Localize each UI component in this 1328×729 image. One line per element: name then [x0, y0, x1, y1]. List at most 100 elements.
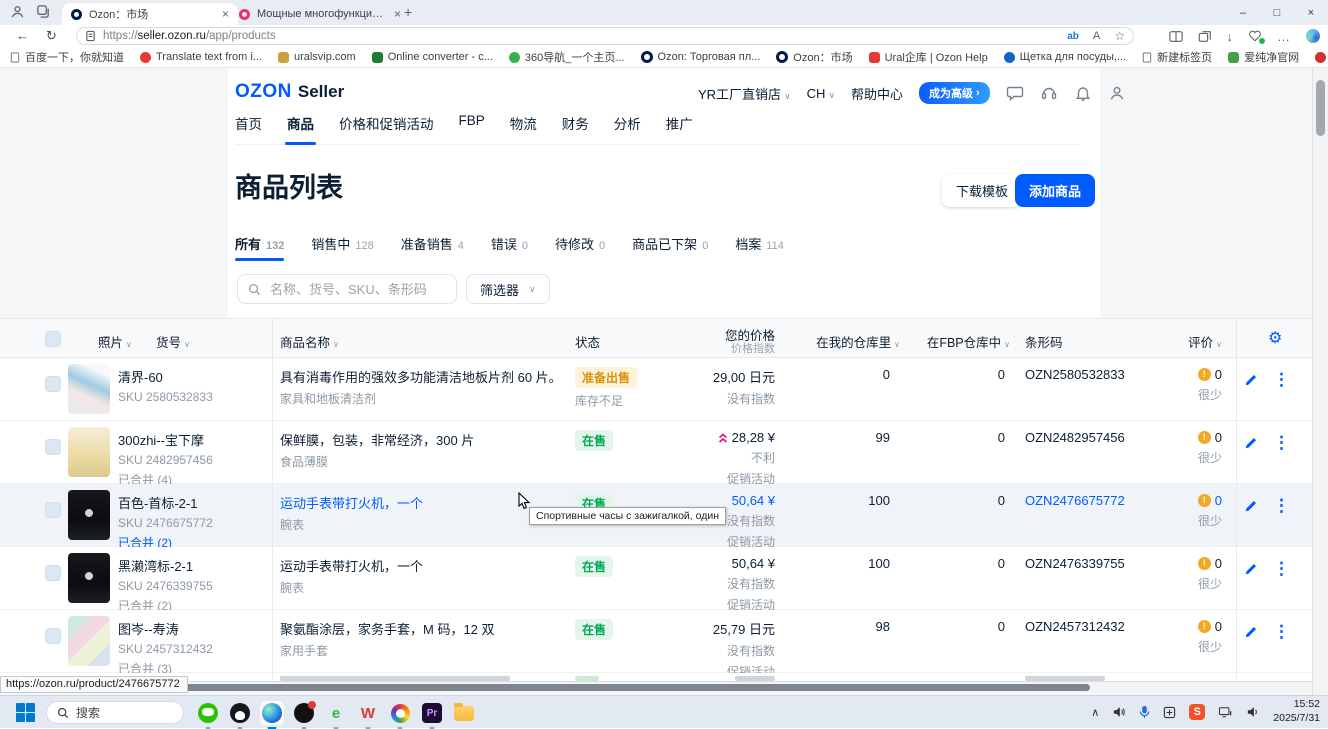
browser-tab-active[interactable]: Ozon：市场 × — [62, 3, 238, 25]
product-thumbnail[interactable] — [68, 616, 110, 666]
row-menu-dots-icon[interactable]: ⋮ — [1273, 559, 1290, 579]
store-selector[interactable]: YR工厂直销店∨ — [698, 84, 791, 103]
split-screen-icon[interactable] — [1169, 30, 1183, 43]
bookmark[interactable]: Ozon: Торговая пл... — [641, 51, 761, 63]
article-name[interactable]: 清界-60 — [118, 367, 268, 386]
product-thumbnail[interactable] — [68, 427, 110, 477]
taskbar-search[interactable]: 搜索 — [46, 701, 184, 724]
collections-icon[interactable] — [1198, 30, 1212, 43]
row-checkbox[interactable] — [45, 439, 61, 455]
tray-volume-icon[interactable] — [1246, 706, 1260, 718]
table-settings-gear-icon[interactable]: ⚙ — [1268, 328, 1282, 348]
nav-item-pricing[interactable]: 价格和促销活动 — [339, 113, 434, 133]
tab-close-icon[interactable]: × — [222, 7, 229, 21]
download-template-button[interactable]: 下载模板 — [942, 174, 1022, 207]
horizontal-scrollbar[interactable] — [0, 681, 1312, 692]
row-menu-dots-icon[interactable]: ⋮ — [1273, 370, 1290, 390]
new-tab-button[interactable]: + — [404, 4, 412, 20]
nav-item-fbp[interactable]: FBP — [459, 113, 485, 133]
edit-pencil-icon[interactable] — [1245, 499, 1258, 512]
filter-tab-all[interactable]: 所有132 — [235, 234, 284, 253]
minimize-button[interactable]: – — [1226, 7, 1260, 19]
taskbar-edge-icon[interactable] — [260, 701, 284, 725]
read-aloud-icon[interactable]: A — [1093, 30, 1100, 42]
row-menu-dots-icon[interactable]: ⋮ — [1273, 622, 1290, 642]
product-name[interactable]: 运动手表带打火机，一个 — [280, 556, 565, 575]
barcode-link[interactable]: OZN2476675772 — [1025, 493, 1125, 508]
bookmark[interactable]: Щетка для посуды,... — [1004, 51, 1126, 63]
filter-tab-unlisted[interactable]: 商品已下架0 — [632, 234, 708, 253]
article-name[interactable]: 黑濑湾标-2-1 — [118, 556, 268, 575]
tray-speaker-icon[interactable] — [1112, 706, 1126, 718]
browser-tab-inactive[interactable]: Мощные многофункциональнь × — [230, 3, 410, 25]
nav-item-home[interactable]: 首页 — [235, 113, 262, 133]
row-checkbox[interactable] — [45, 565, 61, 581]
column-header-photo[interactable]: 照片∨ — [98, 332, 132, 351]
search-input[interactable] — [268, 281, 446, 298]
tab-close-icon[interactable]: × — [394, 7, 401, 21]
bookmark[interactable]: 爱纯净官网 — [1228, 49, 1299, 65]
taskbar-premiere-icon[interactable]: Pr — [420, 701, 444, 725]
row-checkbox[interactable] — [45, 502, 61, 518]
language-selector[interactable]: CH∨ — [807, 86, 835, 101]
product-name[interactable]: 保鲜膜，包装，非常经济，300 片 — [280, 430, 565, 449]
rating-value[interactable]: 0 — [1215, 493, 1222, 508]
maximize-button[interactable]: □ — [1260, 7, 1294, 19]
browser-profile-icon[interactable] — [10, 4, 25, 19]
horizontal-scrollbar-thumb[interactable] — [45, 684, 1090, 691]
column-header-name[interactable]: 商品名称∨ — [280, 332, 339, 351]
settings-menu-icon[interactable]: … — [1277, 29, 1291, 44]
chat-icon[interactable] — [1006, 84, 1024, 102]
browser-essentials-icon[interactable] — [1248, 30, 1262, 42]
table-row[interactable]: 黑濑湾标-2-1 SKU 2476339755 已合并 (2) 运动手表带打火机… — [0, 547, 1312, 610]
ozon-seller-logo[interactable]: OZONSeller — [235, 81, 344, 103]
article-name[interactable]: 图岑--寿涛 — [118, 619, 268, 638]
help-center-link[interactable]: 帮助中心 — [851, 84, 903, 103]
edit-pencil-icon[interactable] — [1245, 373, 1258, 386]
back-icon[interactable]: ← — [16, 28, 29, 43]
bookmark[interactable]: Ozon：市场 — [776, 49, 852, 65]
column-header-stock[interactable]: 在我的仓库里∨ — [790, 332, 900, 351]
tray-sogou-icon[interactable]: S — [1189, 704, 1205, 720]
column-header-article[interactable]: 货号∨ — [156, 332, 190, 351]
reload-icon[interactable]: ↻ — [46, 28, 57, 44]
nav-item-analytics[interactable]: 分析 — [614, 113, 641, 133]
filter-tab-ready[interactable]: 准备销售4 — [401, 234, 464, 253]
product-name[interactable]: 聚氨酯涂层，家务手套，M 码，12 双 — [280, 619, 565, 638]
taskbar-wechat-icon[interactable] — [196, 701, 220, 725]
support-headset-icon[interactable] — [1040, 84, 1058, 102]
vertical-scrollbar[interactable] — [1312, 68, 1328, 695]
close-button[interactable]: × — [1294, 7, 1328, 19]
product-search[interactable] — [237, 274, 457, 304]
taskbar-app-badge-icon[interactable] — [292, 701, 316, 725]
tray-expand-icon[interactable]: ∧ — [1091, 706, 1099, 719]
taskbar-word-icon[interactable]: W — [356, 701, 380, 725]
tray-mic-icon[interactable] — [1139, 705, 1150, 719]
bookmark[interactable]: uralsvip.com — [278, 51, 356, 63]
filter-tab-to-fix[interactable]: 待修改0 — [555, 234, 605, 253]
article-name[interactable]: 300zhi--宝下摩 — [118, 430, 268, 449]
filter-tab-errors[interactable]: 错误0 — [491, 234, 528, 253]
vertical-scrollbar-thumb[interactable] — [1316, 80, 1325, 136]
product-thumbnail[interactable] — [68, 364, 110, 414]
address-bar[interactable]: https://seller.ozon.ru/app/products ab A… — [76, 27, 1134, 45]
price-value[interactable]: 50,64 ¥ — [732, 493, 775, 508]
tray-ime-icon[interactable] — [1163, 706, 1176, 719]
account-icon[interactable] — [1108, 84, 1126, 102]
filter-tab-archive[interactable]: 档案114 — [735, 234, 784, 253]
start-button[interactable] — [16, 703, 35, 722]
tray-network-display-icon[interactable] — [1218, 706, 1233, 718]
bookmark[interactable]: Online converter - c... — [372, 51, 493, 63]
bookmark[interactable]: Ural企库 | Ozon Help — [869, 49, 988, 65]
copilot-icon[interactable] — [1306, 29, 1320, 43]
nav-item-finance[interactable]: 财务 — [562, 113, 589, 133]
downloads-icon[interactable]: ↓ — [1227, 29, 1234, 44]
taskbar-browser-ring-icon[interactable] — [388, 701, 412, 725]
notifications-bell-icon[interactable] — [1074, 84, 1092, 102]
translate-icon[interactable]: ab — [1067, 31, 1079, 42]
favorite-star-icon[interactable]: ☆ — [1114, 29, 1125, 43]
premium-button[interactable]: 成为高级› — [919, 82, 990, 104]
taskbar-clock[interactable]: 15:52 2025/7/31 — [1273, 698, 1320, 725]
product-thumbnail[interactable] — [68, 490, 110, 540]
table-row[interactable]: 图岑--寿涛 SKU 2457312432 已合并 (3) 聚氨酯涂层，家务手套… — [0, 610, 1312, 673]
